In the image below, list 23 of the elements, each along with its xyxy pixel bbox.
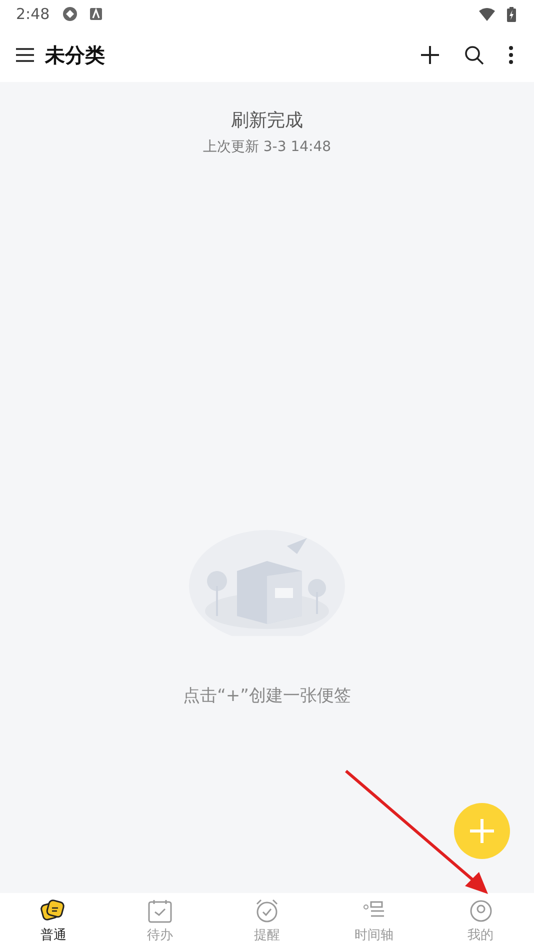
tab[interactable]: 时间轴 xyxy=(320,893,428,950)
refresh-subtitle: 上次更新 3-3 14:48 xyxy=(202,138,332,156)
more-icon[interactable] xyxy=(508,45,514,65)
tab[interactable]: 待办 xyxy=(106,893,214,950)
tab[interactable]: 我的 xyxy=(427,893,534,950)
tab[interactable]: 提醒 xyxy=(214,893,320,950)
notes-icon xyxy=(40,899,66,923)
aperture-icon xyxy=(62,6,78,22)
tab[interactable]: 普通 xyxy=(0,893,107,950)
calendar-check-icon xyxy=(148,899,172,923)
add-icon[interactable] xyxy=(420,45,440,65)
refresh-title: 刷新完成 xyxy=(231,109,303,132)
app-icon xyxy=(90,8,102,20)
wifi-icon xyxy=(479,8,495,20)
alarm-clock-icon xyxy=(254,899,279,923)
battery-icon xyxy=(507,6,516,22)
plus-icon xyxy=(468,817,496,845)
search-icon[interactable] xyxy=(464,45,484,65)
status-time: 2:48 xyxy=(16,5,50,23)
page-title: 未分类 xyxy=(45,42,105,68)
empty-message: 点击“+”创建一张便签 xyxy=(183,685,351,707)
menu-icon[interactable] xyxy=(15,47,35,63)
profile-icon xyxy=(468,899,493,923)
